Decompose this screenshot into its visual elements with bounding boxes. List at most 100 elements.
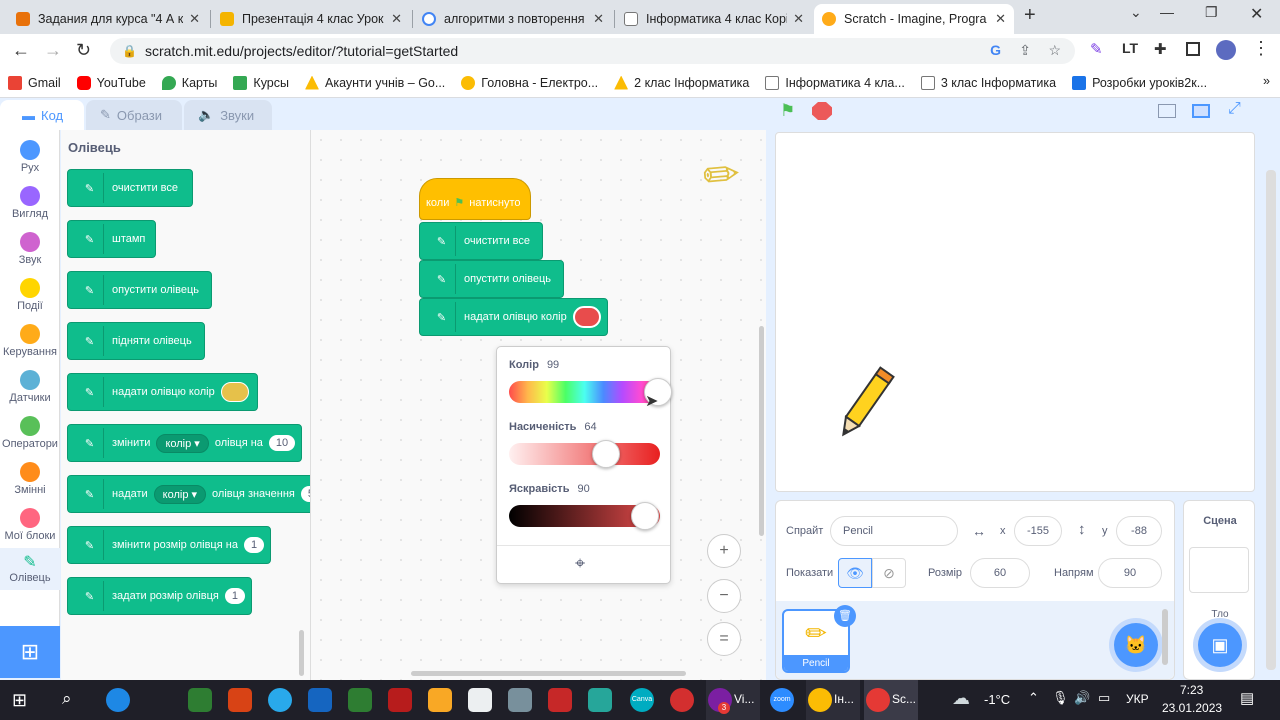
restore-icon[interactable]: ❐ xyxy=(1205,4,1218,21)
zoom-out-button[interactable]: − xyxy=(707,579,741,613)
extension-lt-icon[interactable]: LT xyxy=(1122,40,1138,56)
script-block-pen-down[interactable]: ✎ опустити олівець xyxy=(419,260,564,298)
bookmark-2-class[interactable]: 2 клас Інформатика xyxy=(614,75,749,90)
close-tab-icon[interactable]: ✕ xyxy=(593,11,604,27)
value-input[interactable]: 1 xyxy=(224,588,245,604)
color-swatch[interactable] xyxy=(220,382,249,402)
eyedropper-icon[interactable]: ⌖ xyxy=(575,553,585,574)
back-icon[interactable]: ← xyxy=(12,40,30,61)
value-input[interactable]: 10 xyxy=(268,435,296,451)
battery-icon[interactable]: ▭ xyxy=(1098,690,1110,706)
cloud-weather-icon[interactable]: ☁ xyxy=(952,688,970,709)
block-set-pen-size[interactable]: ✎ задати розмір олівця 1 xyxy=(67,577,252,615)
color-slider[interactable] xyxy=(509,381,660,403)
normal-stage-icon[interactable] xyxy=(1192,104,1210,118)
taskbar-viber[interactable]: Vi... 3 xyxy=(706,680,760,720)
script-block-set-pen-color[interactable]: ✎ надати олівцю колір xyxy=(419,298,608,336)
category-pen[interactable]: ✎ Олівець xyxy=(0,548,60,590)
category-operators[interactable]: Оператори xyxy=(0,416,60,450)
param-dropdown[interactable]: колір ▾ xyxy=(156,433,209,453)
category-looks[interactable]: Вигляд xyxy=(0,186,60,220)
access-icon[interactable] xyxy=(388,688,412,712)
profile-avatar[interactable] xyxy=(1216,40,1236,60)
tab-presentation[interactable]: Презентація 4 клас Урок ✕ xyxy=(212,4,410,34)
bookmark-ejournal[interactable]: Головна - Електро... xyxy=(461,75,598,90)
meet-icon[interactable] xyxy=(188,688,212,712)
app-icon[interactable] xyxy=(548,688,572,712)
google-lens-icon[interactable]: G xyxy=(990,42,1001,58)
sprite-name-input[interactable]: Pencil xyxy=(830,516,958,546)
tab-informatics[interactable]: Інформатика 4 клас Корі ✕ xyxy=(616,4,812,34)
block-set-pen-color[interactable]: ✎ надати олівцю колір xyxy=(67,373,258,411)
stage-thumbnail[interactable] xyxy=(1189,547,1249,593)
add-sprite-button[interactable]: 🐱 xyxy=(1114,623,1158,667)
reload-icon[interactable]: ↻ xyxy=(76,40,91,61)
microphone-icon[interactable]: 🎙 xyxy=(1052,690,1069,706)
taskbar-chrome-2[interactable]: Sc... xyxy=(864,680,918,720)
small-stage-icon[interactable] xyxy=(1158,104,1176,118)
paint-icon[interactable] xyxy=(508,688,532,712)
category-control[interactable]: Керування xyxy=(0,324,60,358)
page-scrollbar[interactable] xyxy=(1266,170,1276,670)
close-tab-icon[interactable]: ✕ xyxy=(391,11,402,27)
extension-pen-icon[interactable]: ✎ xyxy=(1090,40,1110,60)
zoom-app-icon[interactable]: zoom xyxy=(770,688,794,712)
address-bar[interactable]: 🔒 scratch.mit.edu/projects/editor/?tutor… xyxy=(110,38,1075,64)
word-icon[interactable] xyxy=(308,688,332,712)
saturation-slider-thumb[interactable] xyxy=(591,440,620,468)
bookmark-youtube[interactable]: YouTube xyxy=(76,75,146,90)
category-motion[interactable]: Рух xyxy=(0,140,60,174)
sprite-list-scrollbar[interactable] xyxy=(1162,609,1168,665)
powerpoint-icon[interactable] xyxy=(228,688,252,712)
tab-sounds[interactable]: 🔈 Звуки xyxy=(184,100,272,130)
category-sound[interactable]: Звук xyxy=(0,232,60,266)
show-visible-eye-icon[interactable]: 👁 xyxy=(838,558,872,588)
bookmark-courses[interactable]: Курсы xyxy=(233,75,289,90)
file-explorer-icon[interactable] xyxy=(428,688,452,712)
notepad-icon[interactable] xyxy=(468,688,492,712)
block-clear[interactable]: ✎ очистити все xyxy=(67,169,194,207)
share-icon[interactable]: ⇪ xyxy=(1019,42,1031,59)
zoom-in-button[interactable]: + xyxy=(707,534,741,568)
param-dropdown[interactable]: колір ▾ xyxy=(153,484,207,504)
opera-icon[interactable] xyxy=(670,688,694,712)
zoom-reset-button[interactable]: = xyxy=(707,622,741,656)
tab-code[interactable]: ▬ Код xyxy=(0,100,84,130)
bookmark-informatics-4[interactable]: Інформатика 4 кла... xyxy=(765,75,905,90)
block-pen-down[interactable]: ✎ опустити олівець xyxy=(67,271,212,309)
category-my-blocks[interactable]: Мої блоки xyxy=(0,508,60,542)
volume-icon[interactable]: 🔊 xyxy=(1074,690,1090,706)
close-window-icon[interactable]: ✕ xyxy=(1250,4,1263,24)
saturation-slider[interactable] xyxy=(509,443,660,465)
clock-date[interactable]: 23.01.2023 xyxy=(1162,701,1222,715)
close-tab-icon[interactable]: ✕ xyxy=(189,11,200,27)
bookmarks-overflow[interactable]: » xyxy=(1263,74,1270,88)
extensions-puzzle-icon[interactable]: ✚ xyxy=(1154,40,1167,58)
tab-google-search[interactable]: алгоритми з повторення ✕ xyxy=(414,4,612,34)
stop-icon[interactable] xyxy=(812,102,832,120)
bookmark-maps[interactable]: Карты xyxy=(161,75,217,90)
close-tab-icon[interactable]: ✕ xyxy=(793,11,804,27)
script-block-clear[interactable]: ✎ очистити все xyxy=(419,222,544,260)
pencil-sprite[interactable] xyxy=(828,365,900,445)
windows-start-icon[interactable]: ⊞ xyxy=(12,690,27,711)
delete-sprite-icon[interactable]: 🗑 xyxy=(834,605,856,627)
telegram-icon[interactable] xyxy=(268,688,292,712)
language-indicator[interactable]: УКР xyxy=(1126,692,1149,706)
menu-kebab-icon[interactable]: ⋮ xyxy=(1252,38,1270,59)
workspace-hscrollbar[interactable] xyxy=(411,671,686,676)
new-tab-button[interactable]: + xyxy=(1024,4,1036,27)
direction-input[interactable]: 90 xyxy=(1098,558,1162,588)
show-hidden-eye-icon[interactable]: ⊘ xyxy=(872,558,906,588)
canva-icon[interactable]: Canva xyxy=(630,688,654,712)
y-input[interactable]: -88 xyxy=(1116,516,1162,546)
tab-scratch[interactable]: Scratch - Imagine, Progra ✕ xyxy=(814,4,1014,34)
block-change-pen-param[interactable]: ✎ змінити колір ▾ олівця на 10 xyxy=(67,424,303,462)
block-pen-up[interactable]: ✎ підняти олівець xyxy=(67,322,205,360)
block-stamp[interactable]: ✎ штамп xyxy=(67,220,157,258)
bookmark-star-icon[interactable]: ☆ xyxy=(1048,42,1061,59)
value-input[interactable]: 1 xyxy=(243,537,265,553)
add-extension-button[interactable]: ⊞ xyxy=(0,626,60,678)
taskbar-chrome-1[interactable]: Ін... xyxy=(806,680,860,720)
search-icon[interactable]: ⌕ xyxy=(62,689,72,709)
